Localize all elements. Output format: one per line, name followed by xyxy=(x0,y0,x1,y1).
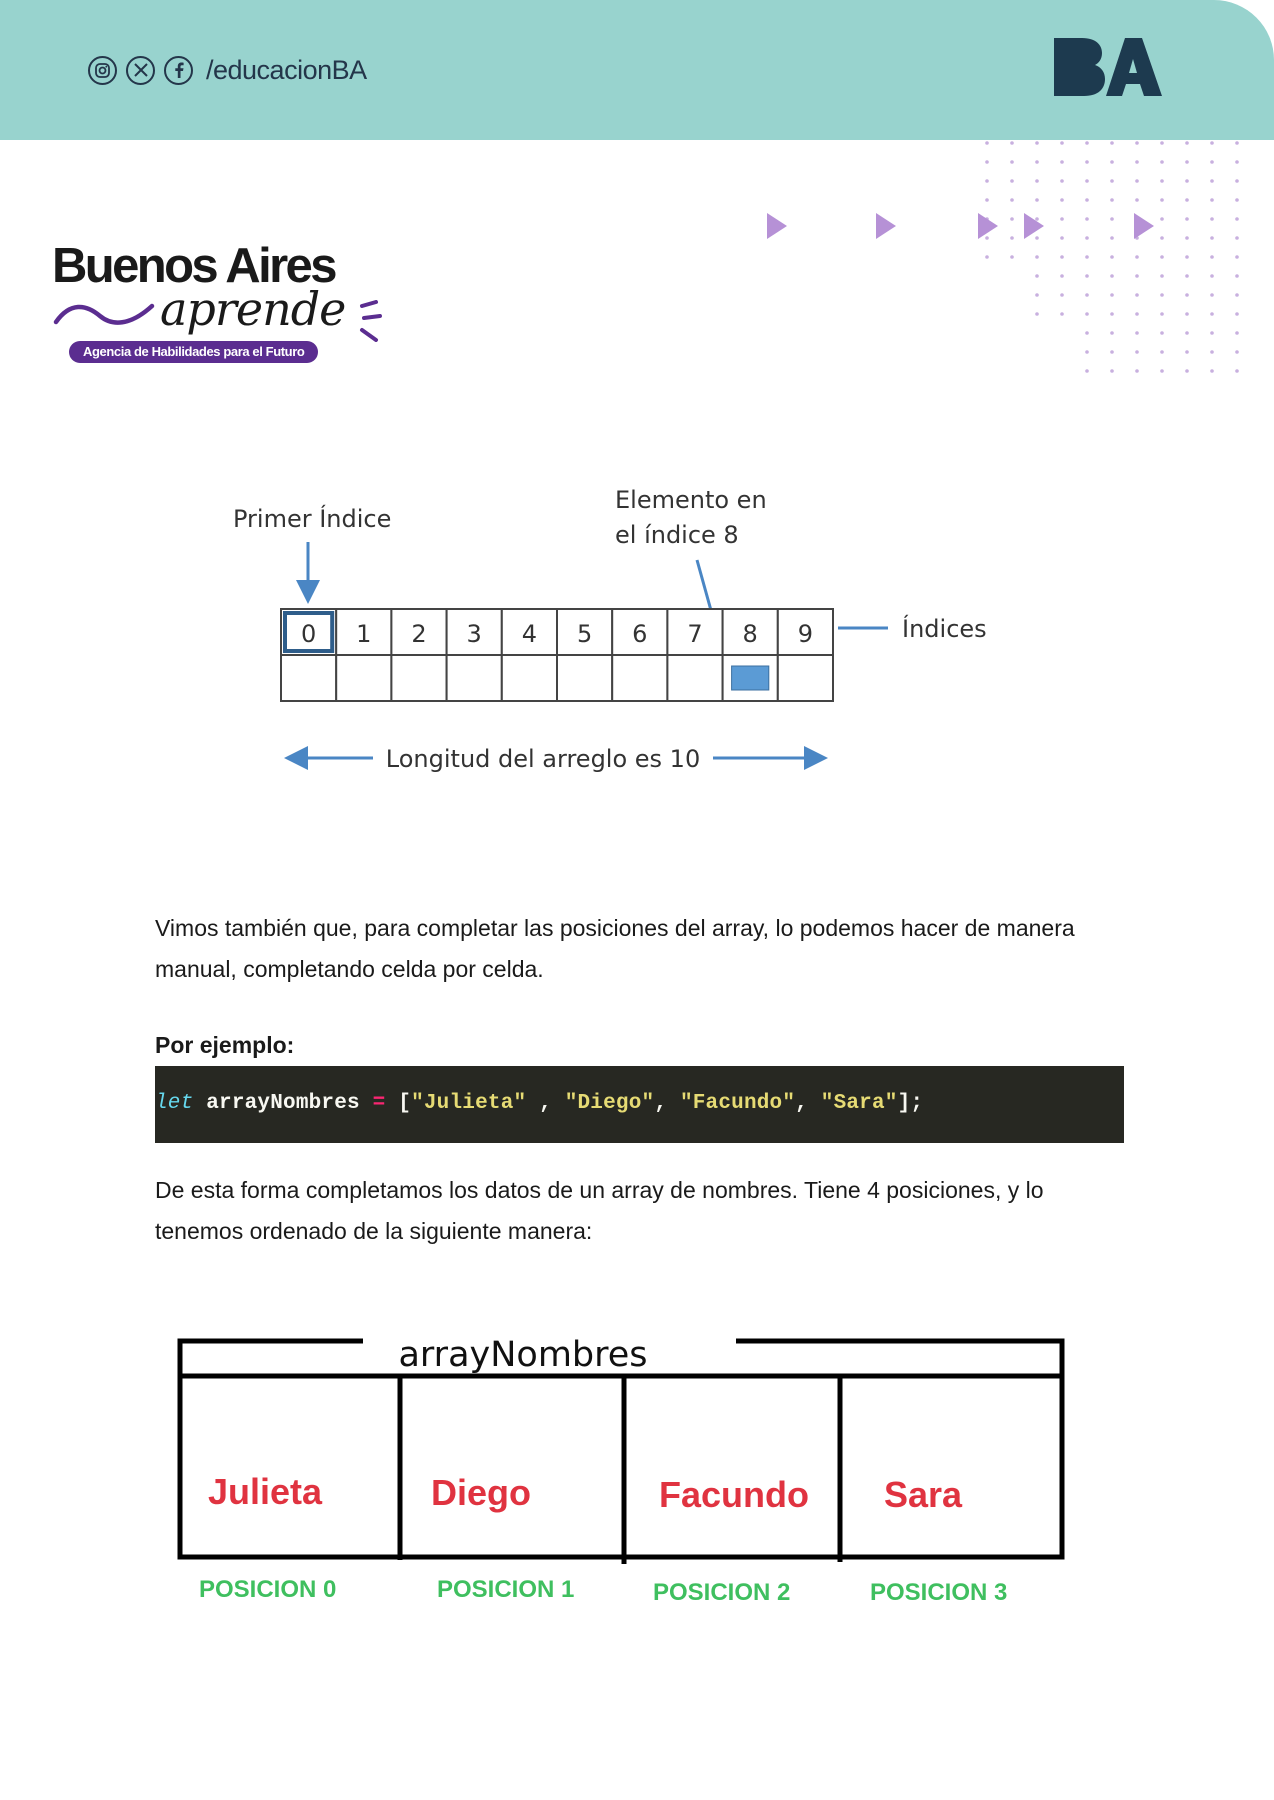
name-value: Facundo xyxy=(659,1474,809,1515)
names-array-diagram: arrayNombres Julieta Diego Facundo Sara POSI… xyxy=(177,1335,1065,1606)
position-label: POSICION 3 xyxy=(870,1579,1007,1606)
names-array-title: arrayNombres xyxy=(398,1335,647,1375)
name-value: Diego xyxy=(431,1472,531,1513)
name-value: Sara xyxy=(884,1474,963,1515)
position-label: POSICION 1 xyxy=(437,1576,574,1603)
position-label: POSICION 2 xyxy=(653,1579,790,1606)
position-label: POSICION 0 xyxy=(199,1576,336,1603)
name-value: Julieta xyxy=(208,1471,323,1512)
